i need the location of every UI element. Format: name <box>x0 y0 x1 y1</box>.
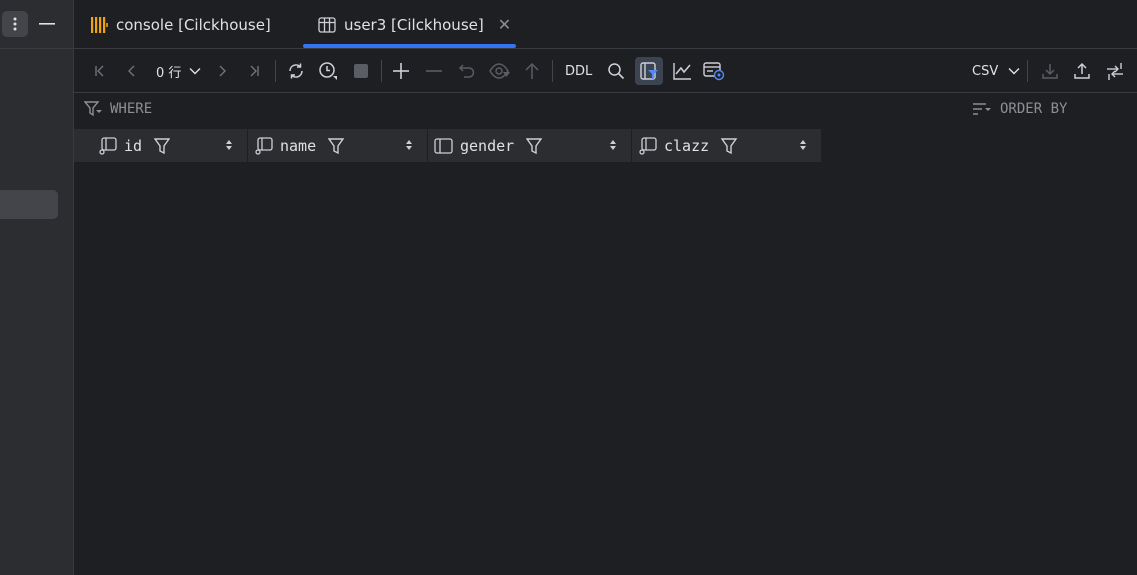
table-icon <box>318 16 336 34</box>
add-row-icon[interactable] <box>387 57 415 85</box>
toolbar-separator <box>381 60 382 82</box>
sort-toggle-icon[interactable] <box>609 139 617 151</box>
stop-icon[interactable] <box>347 57 375 85</box>
column-key-icon <box>638 136 658 155</box>
toolbar-separator <box>1027 60 1028 82</box>
sort-toggle-icon[interactable] <box>405 139 413 151</box>
minimize-icon[interactable] <box>36 11 58 37</box>
search-icon[interactable] <box>602 57 630 85</box>
where-filter[interactable]: WHERE <box>84 101 152 117</box>
sort-toggle-icon[interactable] <box>225 139 233 151</box>
order-by-filter[interactable]: ORDER BY <box>972 101 1067 117</box>
column-key-icon <box>98 136 118 155</box>
column-name: gender <box>460 136 515 155</box>
upload-icon[interactable] <box>1068 57 1096 85</box>
column-header-gender[interactable]: gender <box>428 129 632 162</box>
filter-icon <box>84 101 102 117</box>
app-window: console [Cilckhouse] user3 [Cilckhouse] … <box>0 0 1137 575</box>
filter-bar: WHERE ORDER BY <box>74 93 1137 129</box>
preview-changes-icon[interactable] <box>486 57 514 85</box>
left-sidebar <box>0 0 74 575</box>
export-format-selector[interactable]: CSV <box>972 57 1020 85</box>
console-icon <box>90 16 108 34</box>
row-count-label: 0 行 <box>156 65 182 81</box>
last-page-icon[interactable] <box>240 57 268 85</box>
column-filter-icon[interactable] <box>721 137 738 154</box>
view-settings-icon[interactable] <box>700 57 728 85</box>
column-key-icon <box>254 136 274 155</box>
column-filter-icon[interactable] <box>328 137 345 154</box>
column-name: id <box>124 136 143 155</box>
ddl-button[interactable]: DDL <box>565 57 592 85</box>
column-filter-icon[interactable] <box>154 137 171 154</box>
filter-view-icon[interactable] <box>635 57 663 85</box>
toolbar-separator <box>275 60 276 82</box>
row-count-selector[interactable]: 0 行 <box>156 57 201 85</box>
column-filter-icon[interactable] <box>526 137 543 154</box>
where-label: WHERE <box>110 101 153 117</box>
submit-icon[interactable] <box>518 57 546 85</box>
next-page-icon[interactable] <box>208 57 236 85</box>
tab-user3[interactable]: user3 [Cilckhouse] ✕ <box>318 0 511 49</box>
column-header-name[interactable]: name <box>248 129 428 162</box>
download-icon[interactable] <box>1036 57 1064 85</box>
editor-tab-bar: console [Cilckhouse] user3 [Cilckhouse] … <box>74 0 1137 49</box>
delete-row-icon[interactable] <box>420 57 448 85</box>
column-header-clazz[interactable]: clazz <box>632 129 822 162</box>
revert-icon[interactable] <box>453 57 481 85</box>
column-name: name <box>280 136 317 155</box>
ddl-label: DDL <box>565 63 593 79</box>
close-icon[interactable]: ✕ <box>498 15 511 34</box>
tab-console[interactable]: console [Cilckhouse] <box>90 0 271 49</box>
chart-icon[interactable] <box>668 57 696 85</box>
tab-console-label: console [Cilckhouse] <box>116 15 271 34</box>
sort-icon <box>972 102 992 116</box>
column-name: clazz <box>664 136 710 155</box>
sidebar-header <box>0 0 73 49</box>
first-page-icon[interactable] <box>86 57 114 85</box>
refresh-icon[interactable] <box>282 57 310 85</box>
result-grid-header: id name gender clazz <box>74 129 822 162</box>
order-by-label: ORDER BY <box>1000 101 1068 117</box>
sort-toggle-icon[interactable] <box>799 139 807 151</box>
history-icon[interactable] <box>314 57 342 85</box>
data-toolbar: 0 行 DDL CSV <box>74 49 1137 93</box>
column-icon <box>434 137 454 154</box>
previous-page-icon[interactable] <box>118 57 146 85</box>
chevron-down-icon <box>1008 68 1020 75</box>
column-header-id[interactable]: id <box>74 129 248 162</box>
tab-user3-label: user3 [Cilckhouse] <box>344 15 484 34</box>
more-options-icon[interactable] <box>2 11 28 37</box>
active-tab-indicator <box>303 44 516 48</box>
chevron-down-icon <box>189 68 201 75</box>
toolbar-separator <box>552 60 553 82</box>
export-format-label: CSV <box>972 63 999 79</box>
compare-icon[interactable] <box>1101 57 1129 85</box>
sidebar-selected-item[interactable] <box>0 190 58 219</box>
